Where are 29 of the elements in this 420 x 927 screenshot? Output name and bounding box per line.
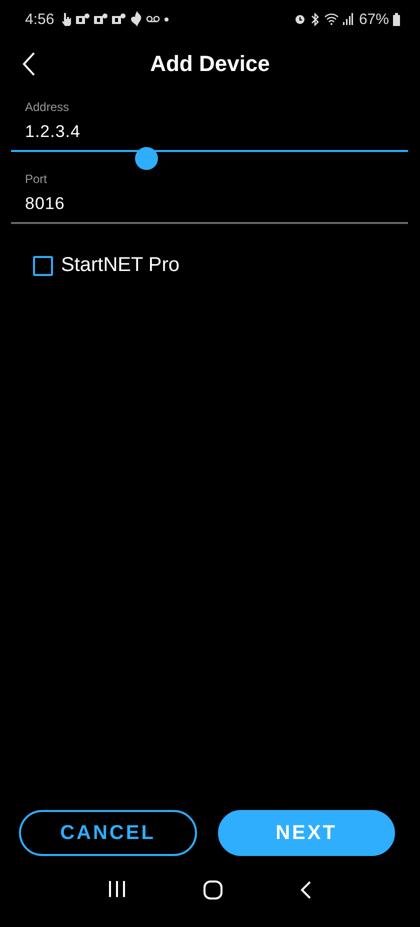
recents-icon[interactable] xyxy=(108,880,126,898)
status-time: 4:56 xyxy=(25,10,54,28)
alarm-icon xyxy=(294,13,306,25)
back-icon[interactable] xyxy=(22,52,36,76)
battery-icon xyxy=(393,12,400,26)
notification-icon xyxy=(94,13,108,25)
checkbox-label[interactable]: StartNET Pro xyxy=(61,254,180,277)
field-label: Address xyxy=(25,100,70,114)
field-label: Port xyxy=(25,172,48,186)
signal-icon xyxy=(342,13,353,25)
notification-icon xyxy=(112,13,126,25)
hand-icon xyxy=(60,12,72,26)
field-value: 1.2.3.4 xyxy=(25,122,82,142)
notification-icon xyxy=(76,13,90,25)
flame-icon xyxy=(130,11,142,27)
input-field[interactable]: Address 1.2.3.4 xyxy=(11,100,408,152)
checkbox[interactable] xyxy=(33,256,53,276)
wifi-icon xyxy=(324,13,339,25)
cancel-button[interactable]: CANCEL xyxy=(19,810,196,856)
cursor-handle[interactable] xyxy=(135,147,158,170)
page-title: Add Device xyxy=(150,51,270,77)
bluetooth-icon xyxy=(310,12,320,26)
field-value: 8016 xyxy=(25,194,66,214)
input-field[interactable]: Port 8016 xyxy=(11,172,408,224)
home-icon[interactable] xyxy=(202,880,223,900)
voicemail-icon xyxy=(146,15,160,23)
back-icon[interactable] xyxy=(300,880,312,900)
dot-icon xyxy=(164,16,170,22)
battery-percent: 67% xyxy=(358,10,389,28)
